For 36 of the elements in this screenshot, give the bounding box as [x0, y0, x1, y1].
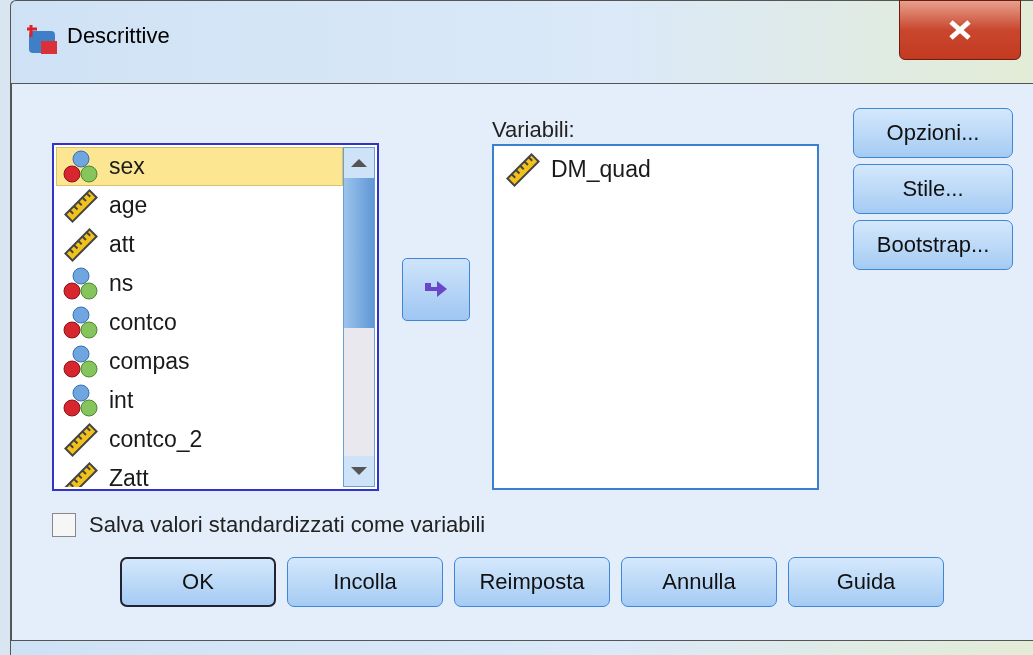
variable-item[interactable]: contco: [56, 303, 343, 342]
variable-item[interactable]: contco_2: [56, 420, 343, 459]
nominal-variable-icon: [63, 266, 99, 301]
scroll-down-icon[interactable]: [350, 466, 368, 476]
variable-item[interactable]: compas: [56, 342, 343, 381]
nominal-variable-icon: [63, 383, 99, 418]
option-button[interactable]: Stile...: [853, 164, 1013, 214]
app-icon: [27, 23, 59, 55]
selected-variable-list[interactable]: DM_quad: [492, 144, 819, 490]
checkbox[interactable]: [52, 513, 76, 537]
option-button[interactable]: Opzioni...: [853, 108, 1013, 158]
dialog-button[interactable]: Guida: [788, 557, 944, 607]
checkbox-label: Salva valori standardizzati come variabili: [89, 511, 486, 539]
option-button[interactable]: Bootstrap...: [853, 220, 1013, 270]
variable-item[interactable]: ns: [56, 264, 343, 303]
variable-item[interactable]: att: [56, 225, 343, 264]
variables-label: Variabili:: [492, 116, 576, 144]
nominal-variable-icon: [63, 305, 99, 340]
dialog-button[interactable]: Reimposta: [454, 557, 610, 607]
nominal-variable-icon: [63, 344, 99, 379]
source-variable-list[interactable]: sex age att ns contco compas int contco_2 Zatt: [52, 143, 379, 491]
variable-item[interactable]: age: [56, 186, 343, 225]
variable-item[interactable]: Zatt: [56, 459, 343, 487]
variable-item[interactable]: sex: [56, 147, 343, 186]
move-right-button[interactable]: [401, 258, 470, 321]
close-button[interactable]: [899, 0, 1021, 60]
dialog-button[interactable]: Incolla: [287, 557, 443, 607]
close-icon: [947, 19, 973, 41]
variable-item[interactable]: int: [56, 381, 343, 420]
scrollbar[interactable]: [343, 147, 375, 487]
variable-item[interactable]: DM_quad: [498, 150, 813, 189]
window-title: Descrittive: [67, 23, 170, 49]
nominal-variable-icon: [63, 149, 99, 184]
dialog-button[interactable]: OK: [120, 557, 276, 607]
dialog-button[interactable]: Annulla: [621, 557, 777, 607]
scroll-up-icon[interactable]: [350, 158, 368, 168]
